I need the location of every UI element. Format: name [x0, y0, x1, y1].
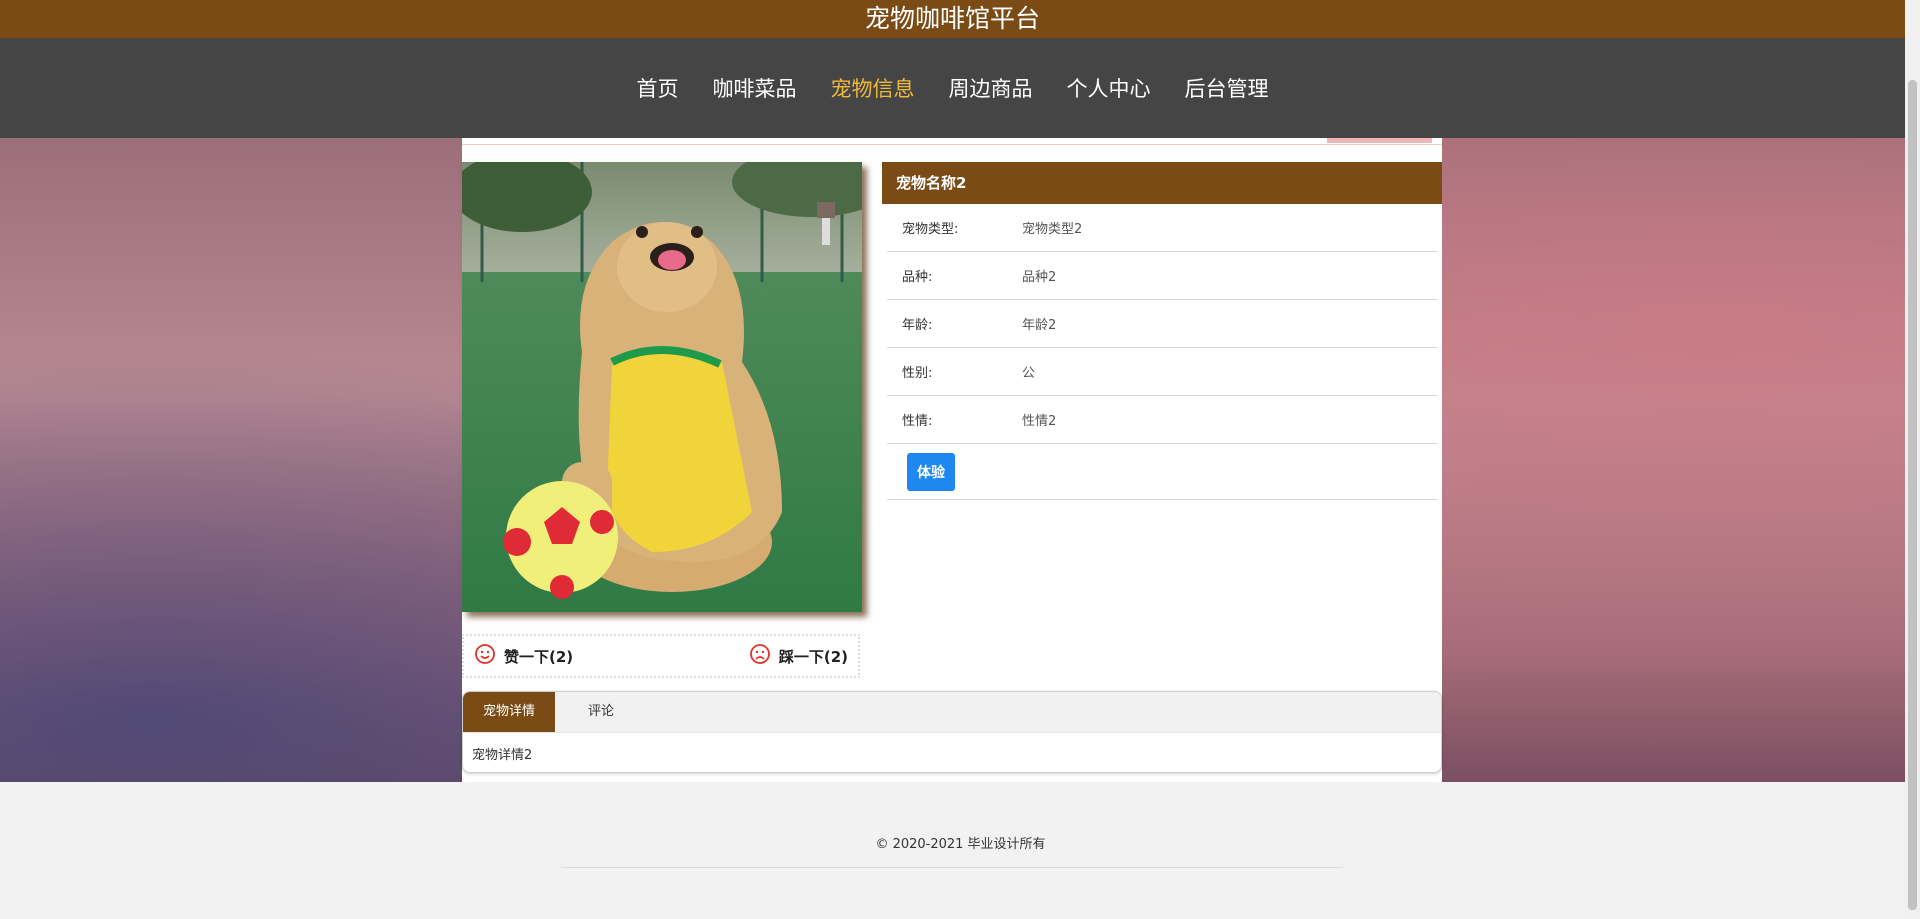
tab-bar: 宠物详情 评论: [463, 692, 1441, 733]
site-title: 宠物咖啡馆平台: [0, 0, 1905, 38]
like-button[interactable]: 赞一下(2): [474, 643, 573, 669]
nav-item-coffee-menu[interactable]: 咖啡菜品: [709, 69, 801, 107]
nav-item-home[interactable]: 首页: [633, 69, 683, 107]
field-value: 公: [1022, 366, 1036, 381]
field-label: 品种:: [902, 270, 933, 285]
footer-divider: [561, 867, 1343, 868]
footer: © 2020-2021 毕业设计所有: [0, 795, 1905, 919]
vote-bar: 赞一下(2) 踩一下(2): [462, 634, 860, 678]
field-label: 宠物类型:: [902, 222, 959, 237]
field-label: 性别:: [902, 366, 933, 381]
field-label: 性情:: [902, 414, 933, 429]
experience-button[interactable]: 体验: [907, 452, 955, 491]
tab-content: 宠物详情2: [472, 748, 533, 763]
smile-icon: [474, 643, 496, 669]
nav-item-admin[interactable]: 后台管理: [1181, 69, 1273, 107]
main-nav: 首页 咖啡菜品 宠物信息 周边商品 个人中心 后台管理: [0, 38, 1905, 138]
info-row-type: 宠物类型: 宠物类型2: [887, 204, 1437, 252]
info-row-gender: 性别: 公: [887, 348, 1437, 396]
field-value: 年龄2: [1022, 318, 1057, 333]
field-value: 宠物类型2: [1022, 222, 1083, 237]
pet-photo: [462, 162, 862, 612]
pet-info-panel: 宠物名称2 宠物类型: 宠物类型2 品种: 品种2 年龄: 年龄2 性别: 公 …: [882, 162, 1442, 500]
nav-item-merchandise[interactable]: 周边商品: [945, 69, 1037, 107]
info-row-breed: 品种: 品种2: [887, 252, 1437, 300]
scrollbar-thumb[interactable]: [1908, 80, 1917, 910]
action-row: 体验: [887, 444, 1437, 500]
copyright: © 2020-2021 毕业设计所有: [875, 837, 1046, 852]
nav-item-profile[interactable]: 个人中心: [1063, 69, 1155, 107]
field-label: 年龄:: [902, 318, 933, 333]
top-divider: [462, 138, 1442, 145]
like-label: 赞一下(2): [504, 647, 574, 666]
field-value: 性情2: [1022, 414, 1057, 429]
field-value: 品种2: [1022, 270, 1057, 285]
pet-name: 宠物名称2: [882, 162, 1442, 204]
frown-icon: [749, 643, 771, 669]
info-row-age: 年龄: 年龄2: [887, 300, 1437, 348]
info-row-temperament: 性情: 性情2: [887, 396, 1437, 444]
dislike-label: 踩一下(2): [778, 647, 848, 666]
main-content: 赞一下(2) 踩一下(2) 宠物名称2 宠物类型: 宠物类型2 品种: 品种2 …: [462, 138, 1442, 782]
vertical-scrollbar[interactable]: [1905, 0, 1920, 919]
dislike-button[interactable]: 踩一下(2): [749, 643, 848, 669]
tab-comments[interactable]: 评论: [555, 692, 647, 732]
nav-item-pet-info[interactable]: 宠物信息: [827, 69, 919, 107]
tab-pet-details[interactable]: 宠物详情: [463, 692, 555, 732]
detail-tabs: 宠物详情 评论 宠物详情2: [462, 691, 1442, 773]
